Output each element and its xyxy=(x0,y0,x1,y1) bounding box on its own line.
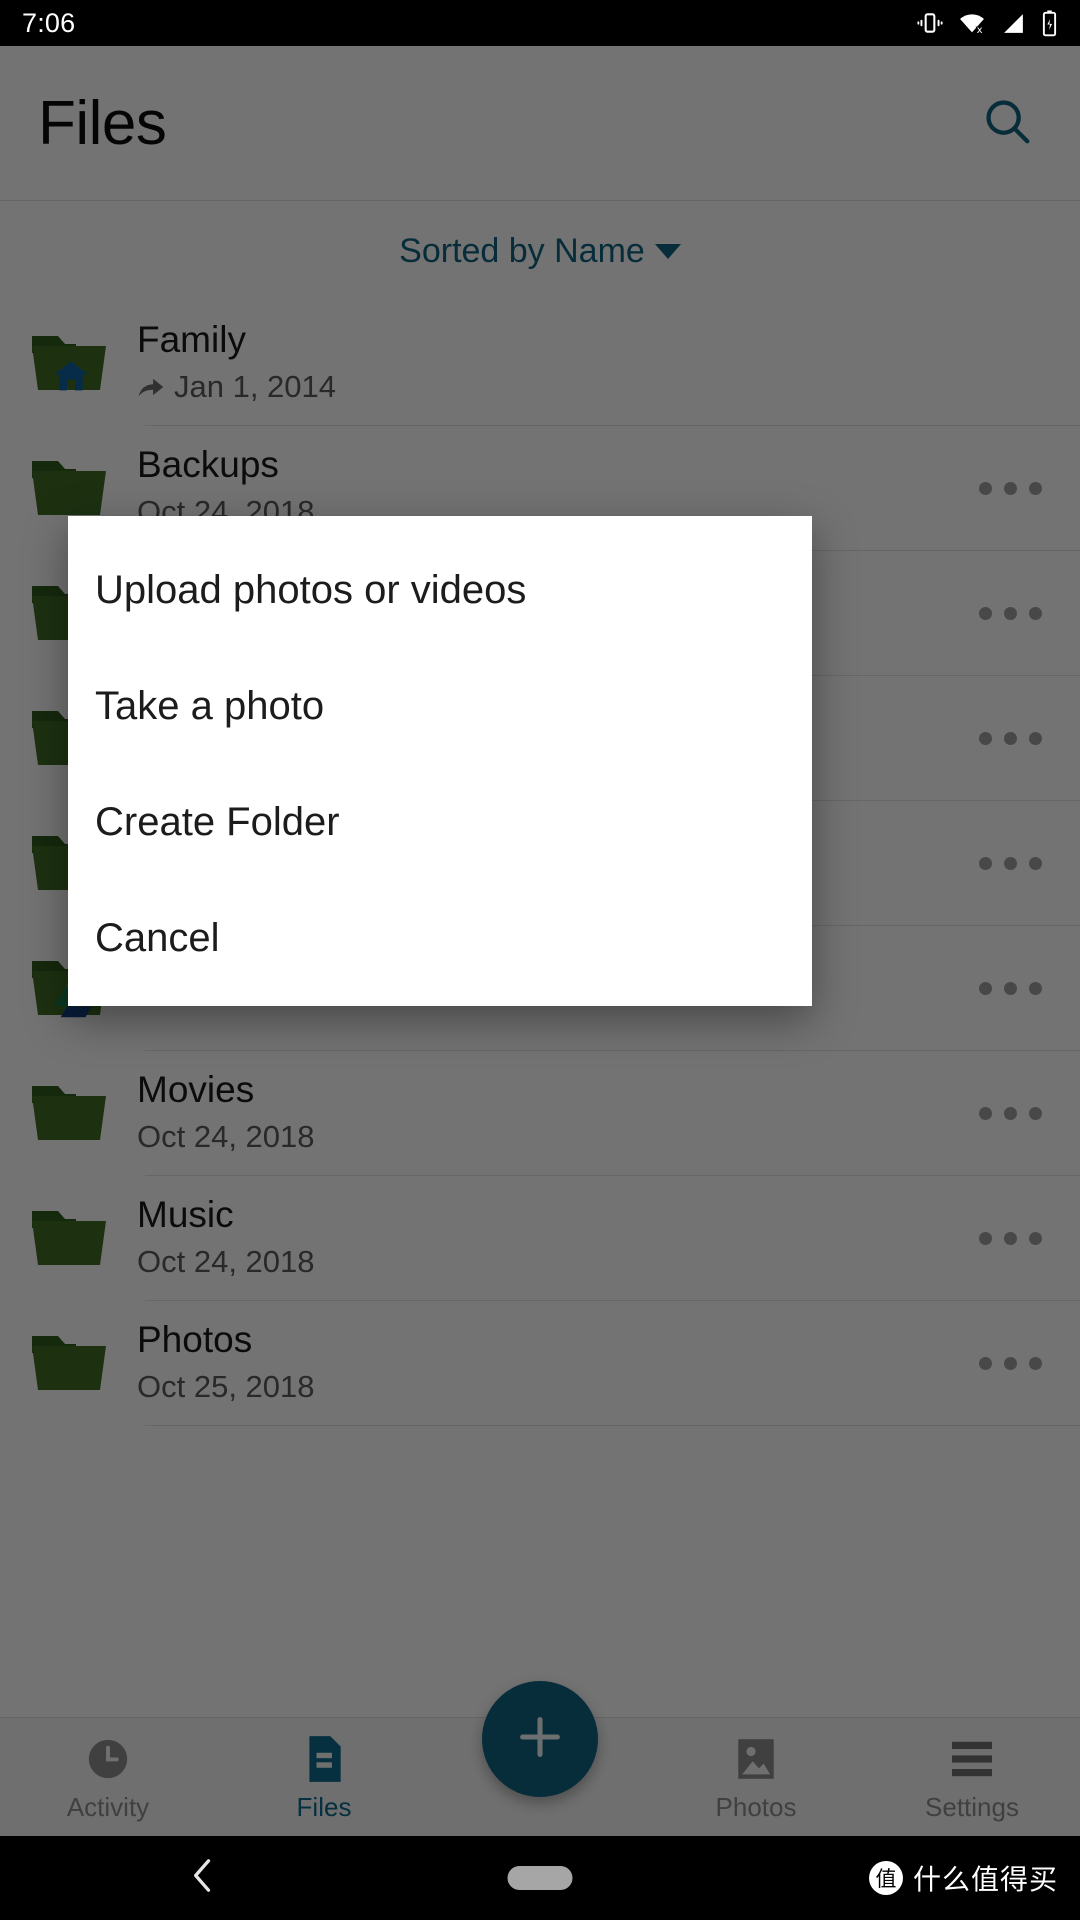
vibrate-icon xyxy=(917,10,943,36)
status-bar: 7:06 x xyxy=(0,0,1080,46)
dialog-item-create-folder[interactable]: Create Folder xyxy=(68,764,812,880)
dialog-item-take-photo[interactable]: Take a photo xyxy=(68,648,812,764)
phone-screen: 7:06 x Upload photos or videos Take a ph… xyxy=(0,0,1080,1920)
add-options-dialog: Upload photos or videos Take a photo Cre… xyxy=(68,516,812,1006)
watermark-badge: 值 xyxy=(868,1861,903,1895)
home-pill[interactable] xyxy=(507,1866,573,1890)
watermark-text: 什么值得买 xyxy=(912,1863,1058,1896)
watermark: 值 什么值得买 xyxy=(868,1858,1058,1898)
signal-icon xyxy=(1001,11,1026,36)
back-chevron-icon[interactable] xyxy=(186,1854,220,1903)
wifi-off-icon: x xyxy=(958,10,986,36)
system-navigation-bar: 值 什么值得买 xyxy=(0,1836,1080,1920)
battery-charging-icon xyxy=(1041,9,1058,37)
dialog-item-cancel[interactable]: Cancel xyxy=(68,880,812,996)
dialog-item-upload[interactable]: Upload photos or videos xyxy=(68,532,812,648)
svg-text:x: x xyxy=(977,25,983,36)
status-icons: x xyxy=(917,9,1058,37)
status-time: 7:06 xyxy=(22,7,76,38)
